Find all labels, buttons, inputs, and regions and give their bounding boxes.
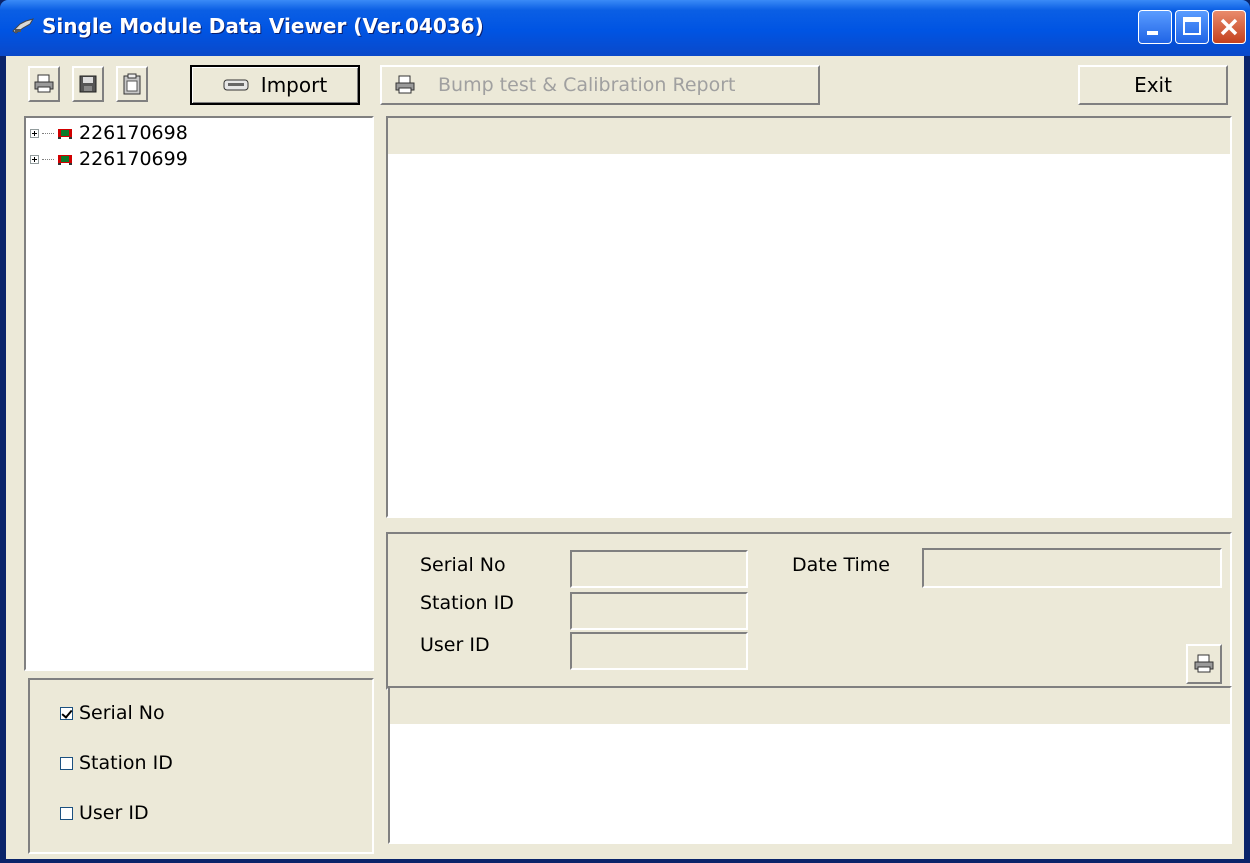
tree-connector bbox=[42, 132, 54, 134]
card-reader-icon bbox=[223, 79, 249, 91]
serial-no-field[interactable] bbox=[570, 550, 748, 588]
records-list-header bbox=[388, 118, 1230, 154]
tree-item-label: 226170699 bbox=[79, 148, 188, 170]
user-id-checkbox[interactable] bbox=[60, 806, 73, 820]
station-id-filter-label: Station ID bbox=[79, 752, 173, 774]
serial-no-checkbox[interactable] bbox=[60, 706, 73, 720]
user-id-filter-label: User ID bbox=[79, 802, 149, 824]
details-list-header bbox=[390, 688, 1230, 724]
records-list[interactable] bbox=[386, 116, 1232, 518]
printer-icon bbox=[1194, 654, 1214, 673]
details-panel: Serial No Station ID User ID Date Time bbox=[386, 532, 1232, 690]
tree-connector bbox=[42, 158, 54, 160]
date-time-label: Date Time bbox=[792, 554, 890, 576]
expand-icon[interactable] bbox=[30, 154, 39, 164]
minimize-button[interactable] bbox=[1138, 10, 1172, 44]
app-icon bbox=[12, 18, 34, 34]
expand-icon[interactable] bbox=[30, 128, 39, 138]
app-window: Single Module Data Viewer (Ver.04036) Im… bbox=[0, 0, 1250, 863]
client-area: Import Bump test & Calibration Report Ex… bbox=[6, 56, 1244, 859]
station-id-checkbox[interactable] bbox=[60, 756, 73, 770]
serial-no-filter-label: Serial No bbox=[79, 702, 165, 724]
tree-item[interactable]: 226170699 bbox=[30, 148, 188, 170]
bump-test-report-label: Bump test & Calibration Report bbox=[438, 74, 736, 96]
title-bar[interactable]: Single Module Data Viewer (Ver.04036) bbox=[0, 0, 1250, 56]
exit-label: Exit bbox=[1134, 73, 1172, 97]
module-icon bbox=[58, 155, 72, 165]
print-button[interactable] bbox=[28, 66, 60, 102]
maximize-button[interactable] bbox=[1175, 10, 1209, 44]
floppy-disk-icon bbox=[79, 75, 97, 93]
maximize-icon bbox=[1183, 17, 1201, 35]
user-id-label: User ID bbox=[420, 634, 490, 656]
tree-item[interactable]: 226170698 bbox=[30, 122, 188, 144]
module-tree[interactable]: 226170698 226170699 bbox=[24, 116, 374, 671]
clipboard-button[interactable] bbox=[116, 66, 148, 102]
window-title: Single Module Data Viewer (Ver.04036) bbox=[42, 14, 484, 38]
module-icon bbox=[58, 129, 72, 139]
exit-button[interactable]: Exit bbox=[1078, 65, 1228, 105]
bump-test-report-button[interactable]: Bump test & Calibration Report bbox=[380, 65, 820, 105]
clipboard-icon bbox=[123, 73, 141, 95]
user-id-field[interactable] bbox=[570, 632, 748, 670]
details-list[interactable] bbox=[388, 686, 1232, 844]
serial-no-filter[interactable]: Serial No bbox=[60, 702, 165, 724]
minimize-icon bbox=[1147, 31, 1158, 35]
print-details-button[interactable] bbox=[1186, 644, 1222, 684]
import-label: Import bbox=[260, 73, 328, 97]
user-id-filter[interactable]: User ID bbox=[60, 802, 149, 824]
save-button[interactable] bbox=[72, 66, 104, 102]
station-id-filter[interactable]: Station ID bbox=[60, 752, 173, 774]
close-button[interactable] bbox=[1212, 10, 1246, 44]
date-time-field[interactable] bbox=[922, 548, 1222, 588]
close-icon bbox=[1220, 18, 1238, 36]
printer-icon bbox=[34, 74, 54, 93]
filter-group: Serial No Station ID User ID bbox=[28, 678, 374, 854]
station-id-label: Station ID bbox=[420, 592, 514, 614]
tree-item-label: 226170698 bbox=[79, 122, 188, 144]
serial-no-label: Serial No bbox=[420, 554, 506, 576]
station-id-field[interactable] bbox=[570, 592, 748, 630]
printer-icon bbox=[395, 75, 415, 94]
import-button[interactable]: Import bbox=[190, 65, 360, 105]
